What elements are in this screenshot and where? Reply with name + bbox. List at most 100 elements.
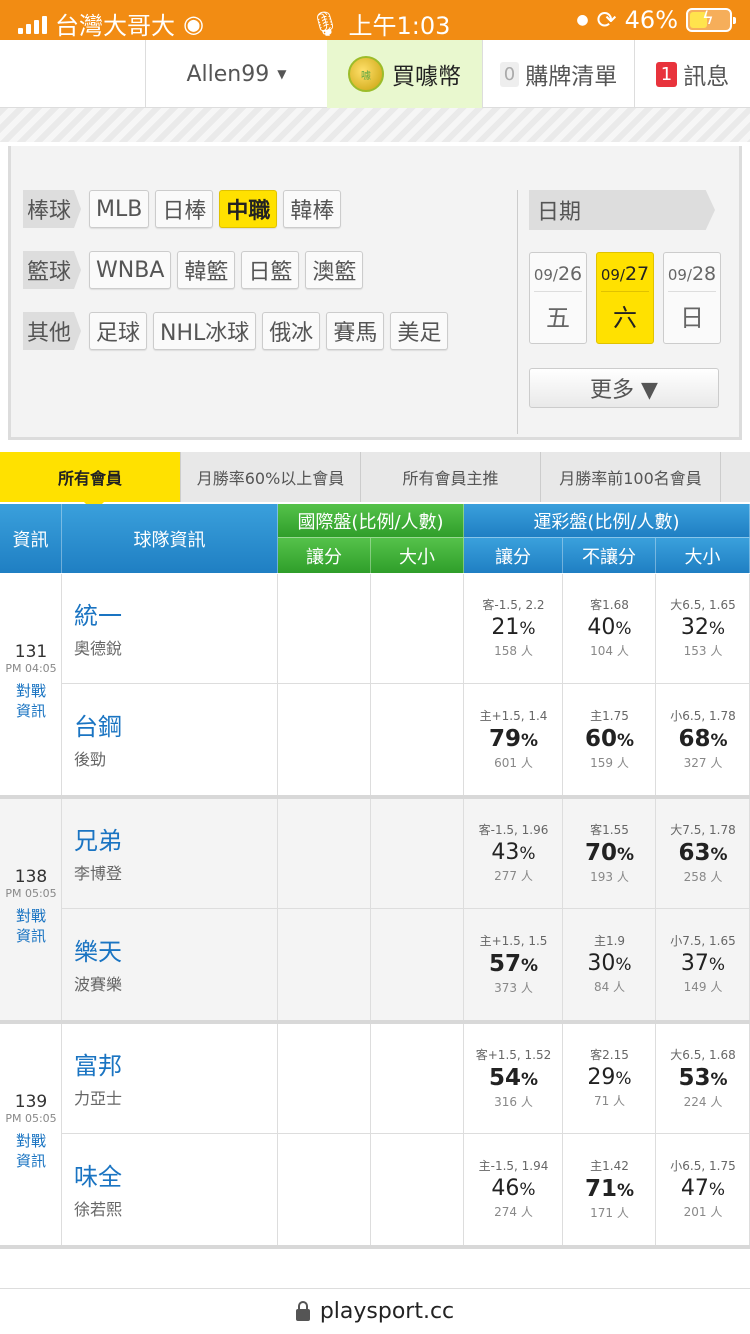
col-lottery: 運彩盤(比例/人數) [464,504,750,538]
odds-cell[interactable]: 大6.5, 1.68 53% 224 人 [656,1046,750,1110]
matchup-link[interactable]: 對戰 資訊 [0,681,62,721]
odds-count: 158 人 [494,644,533,658]
odds-cell[interactable]: 主1.42 71% 171 人 [563,1157,656,1221]
user-menu[interactable]: Allen99 ▼ [145,40,327,108]
odds-cell[interactable]: 客+1.5, 1.52 54% 316 人 [464,1046,563,1110]
signal-icon [18,14,47,34]
league-filter[interactable]: MLB [89,190,150,228]
date-day: 26 [557,263,583,285]
game-number: 138 [14,867,48,887]
matchup-link-line2: 資訊 [15,1152,46,1170]
team-info: 味全 徐若熙 [74,1157,122,1220]
tab-3[interactable]: 月勝率前100名會員 [541,452,721,502]
league-filter[interactable]: 日籃 [241,251,300,289]
odds-percent: 60% [584,726,635,752]
odds-count: 84 人 [593,980,626,994]
odds-line: 客2.15 [590,1048,629,1062]
messages-button[interactable]: 1 訊息 [634,40,750,108]
team-name[interactable]: 兄弟 [74,821,122,856]
league-filter[interactable]: 韓棒 [283,190,342,228]
divider [517,190,518,434]
odds-cell[interactable]: 小6.5, 1.78 68% 327 人 [656,707,750,771]
league-filter[interactable]: NHL冰球 [153,312,257,350]
team-name[interactable]: 統一 [74,596,122,631]
matchup-link[interactable]: 對戰 資訊 [0,1131,62,1171]
odds-percent: 21% [491,615,536,640]
matchup-link-line2: 資訊 [15,702,46,720]
date-option[interactable]: 09/27 六 [596,252,654,344]
message-count: 1 [655,61,678,87]
cell-divider [277,799,278,1020]
odds-count: 224 人 [683,1095,723,1109]
cell-divider [277,1024,278,1245]
odds-count: 149 人 [683,980,723,994]
messages-label: 訊息 [683,64,730,90]
odds-line: 小6.5, 1.75 [670,1159,736,1173]
team-name[interactable]: 富邦 [74,1046,122,1081]
col-nospread: 不讓分 [563,538,656,573]
game-info: 139 PM 05:05 對戰 資訊 [0,1092,62,1171]
odds-cell[interactable]: 客-1.5, 2.2 21% 158 人 [464,596,563,659]
league-filter[interactable]: WNBA [89,251,172,289]
cell-divider [370,799,371,1020]
league-filter[interactable]: 賽馬 [326,312,385,350]
tab-2[interactable]: 所有會員主推 [361,452,541,502]
carrier: 台灣大哥大 [55,12,175,40]
odds-cell[interactable]: 主1.9 30% 84 人 [563,932,656,995]
odds-cell[interactable]: 主+1.5, 1.4 79% 601 人 [464,707,563,771]
odds-cell[interactable]: 客1.55 70% 193 人 [563,821,656,885]
filter-row-other: 其他 足球 NHL冰球 俄冰 賽馬 美足 [23,312,449,350]
league-filter[interactable]: 澳籃 [305,251,364,289]
matchup-link[interactable]: 對戰 資訊 [0,906,62,946]
status-bar: 台灣大哥大 ◉ 🎙 上午1:03 ● ⟳ 46% ϟ [0,0,750,40]
odds-cell[interactable]: 客1.68 40% 104 人 [563,596,656,659]
odds-cell[interactable]: 大6.5, 1.65 32% 153 人 [656,596,750,659]
odds-cell[interactable]: 大7.5, 1.78 63% 258 人 [656,821,750,885]
league-filter[interactable]: 韓籃 [177,251,236,289]
odds-cell[interactable]: 客-1.5, 1.96 43% 277 人 [464,821,563,884]
buy-coins-button[interactable]: 噱買噱幣 [327,40,482,108]
url-text: playsport.cc [319,1299,455,1324]
game-number: 131 [14,642,48,662]
pitcher-name: 奧德銳 [74,639,123,658]
odds-line: 客-1.5, 1.96 [478,823,549,837]
date-month: 09/ [667,266,692,284]
odds-cell[interactable]: 小6.5, 1.75 47% 201 人 [656,1157,750,1220]
date-option[interactable]: 09/26 五 [529,252,587,344]
url-bar[interactable]: playsport.cc [0,1288,750,1334]
league-filter[interactable]: 美足 [390,312,449,350]
pitcher-name: 力亞士 [74,1089,123,1108]
team-info: 富邦 力亞士 [74,1046,122,1109]
odds-count: 159 人 [590,756,629,770]
odds-count: 277 人 [494,869,533,883]
odds-count: 153 人 [683,644,723,658]
username: Allen99 [186,61,270,87]
category-label: 其他 [23,312,82,350]
team-name[interactable]: 味全 [74,1157,122,1192]
col-total: 大小 [656,538,750,573]
odds-percent: 70% [584,840,635,866]
team-name[interactable]: 台鋼 [74,707,122,742]
odds-line: 客1.68 [590,598,629,612]
more-dates-button[interactable]: 更多 ▼ [529,368,719,408]
odds-cell[interactable]: 主1.75 60% 159 人 [563,707,656,771]
tab-1[interactable]: 月勝率60%以上會員 [181,452,361,502]
odds-cell[interactable]: 主-1.5, 1.94 46% 274 人 [464,1157,563,1220]
tab-0[interactable]: 所有會員 [0,452,181,512]
member-tabs: 所有會員 月勝率60%以上會員 所有會員主推 月勝率前100名會員 [0,452,750,512]
odds-cell[interactable]: 主+1.5, 1.5 57% 373 人 [464,932,563,996]
league-filter[interactable]: 俄冰 [262,312,321,350]
pitcher-name: 李博登 [74,864,123,883]
odds-cell[interactable]: 小7.5, 1.65 37% 149 人 [656,932,750,995]
date-option[interactable]: 09/28 日 [663,252,721,344]
cart-button[interactable]: 0 購牌清單 [482,40,634,108]
pitcher-name: 後勁 [74,750,107,769]
odds-cell[interactable]: 客2.15 29% 71 人 [563,1046,656,1109]
game-row: 138 PM 05:05 對戰 資訊 兄弟 李博登 客-1.5, 1.96 43% 277 人客… [0,799,750,1024]
odds-percent: 29% [587,1065,632,1090]
league-filter[interactable]: 中職 [219,190,278,228]
team-name[interactable]: 樂天 [74,932,122,967]
league-filter[interactable]: 日棒 [155,190,214,228]
odds-count: 258 人 [683,870,723,884]
league-filter[interactable]: 足球 [89,312,148,350]
